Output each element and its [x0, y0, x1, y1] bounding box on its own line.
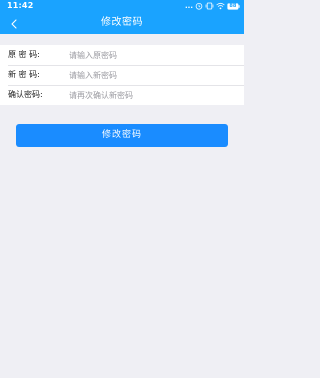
new-password-input[interactable]	[69, 68, 234, 82]
change-password-button[interactable]: 修改密码	[16, 124, 228, 147]
new-password-row: 新 密 码:	[0, 65, 244, 85]
new-password-label: 新 密 码:	[8, 70, 40, 79]
old-password-row: 原 密 码:	[0, 45, 244, 65]
old-password-input[interactable]	[69, 48, 234, 62]
status-icons: ... 88	[185, 1, 240, 11]
confirm-password-label: 确认密码:	[8, 90, 43, 99]
confirm-password-input[interactable]	[69, 88, 234, 102]
battery-icon: 88	[227, 3, 240, 10]
old-password-label: 原 密 码:	[8, 50, 40, 59]
wifi-icon	[216, 2, 225, 10]
status-bar: 11:42 ... 88	[0, 0, 244, 12]
page-title: 修改密码	[101, 17, 143, 28]
vibrate-icon	[205, 2, 214, 10]
confirm-password-row: 确认密码:	[0, 85, 244, 105]
app-header: 11:42 ... 88 修改密码	[0, 0, 244, 34]
password-form: 原 密 码: 新 密 码: 确认密码:	[0, 45, 244, 105]
battery-level: 88	[229, 2, 237, 9]
alarm-icon	[195, 2, 203, 10]
status-dots: ...	[185, 2, 193, 10]
nav-bar: 修改密码	[0, 12, 244, 34]
status-time: 11:42	[7, 1, 34, 10]
